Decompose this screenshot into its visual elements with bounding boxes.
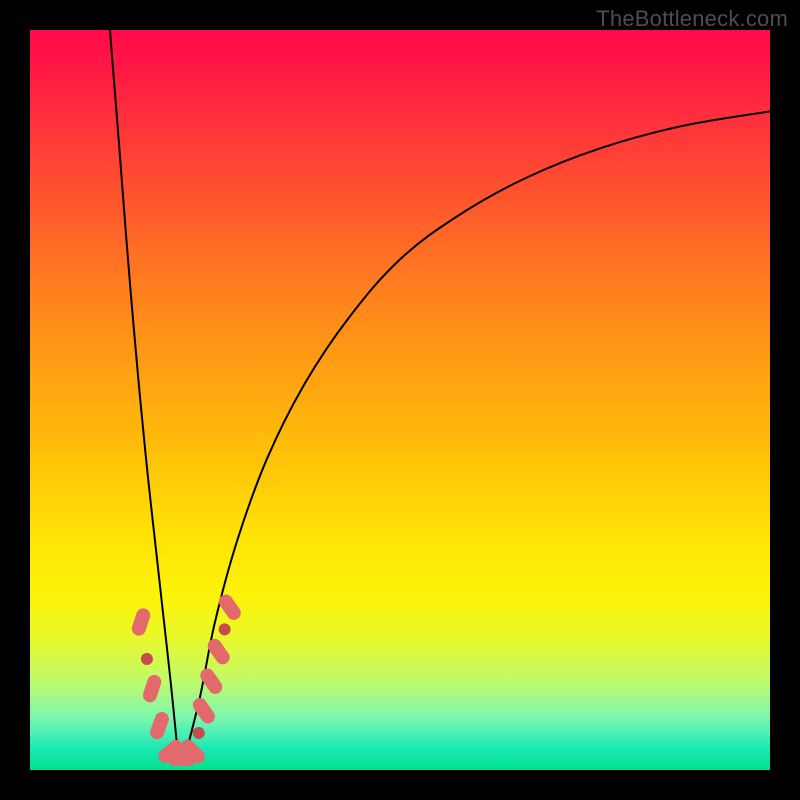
plot-area [30, 30, 770, 770]
data-marker-capsule [141, 673, 163, 704]
curve-layer [30, 30, 770, 770]
watermark-text: TheBottleneck.com [596, 6, 788, 32]
bottleneck-curve-right_arm [185, 111, 770, 755]
bottleneck-curve-left_arm [110, 30, 178, 755]
data-marker-dot [141, 653, 153, 665]
data-marker-capsule [130, 607, 152, 638]
data-marker-capsule [148, 710, 171, 741]
data-marker-dot [193, 727, 205, 739]
data-marker-dot [219, 623, 231, 635]
data-marker-capsule [216, 592, 244, 623]
chart-frame: TheBottleneck.com [0, 0, 800, 800]
